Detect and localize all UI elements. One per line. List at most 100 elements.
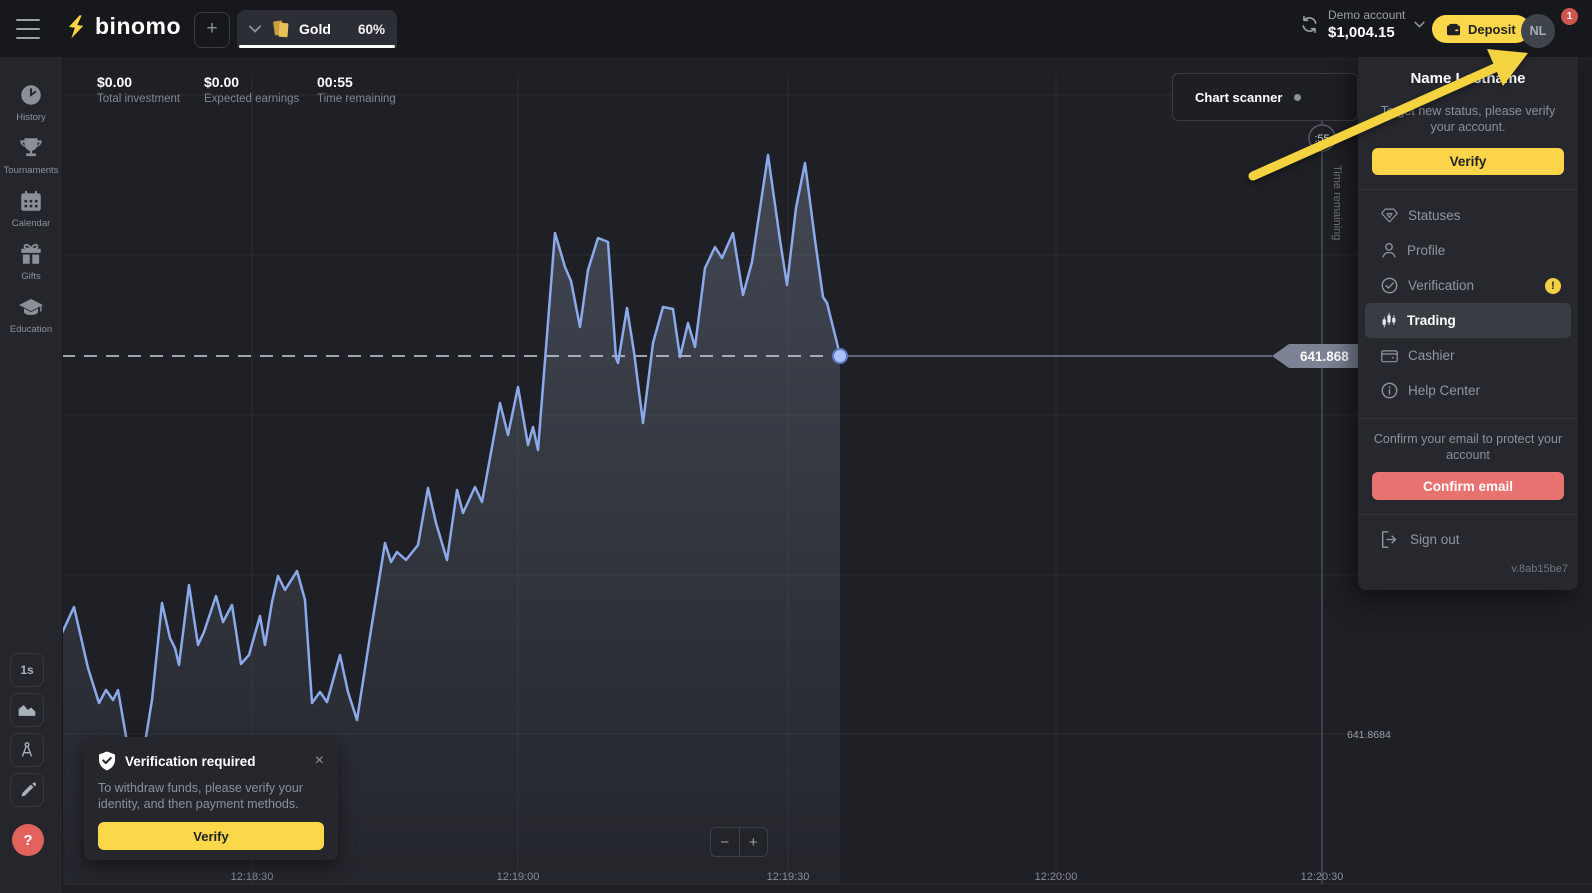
account-type-label: Demo account	[1328, 8, 1405, 22]
drawing-tools-button[interactable]	[10, 773, 44, 807]
timeframe-button[interactable]: 1s	[10, 653, 44, 687]
sign-out-icon	[1381, 531, 1398, 548]
menu-divider	[1358, 514, 1578, 515]
popup-body-text: To withdraw funds, please verify your id…	[98, 780, 310, 812]
account-balance: $1,004.15	[1328, 24, 1405, 41]
menu-item-statuses[interactable]: Statuses	[1365, 198, 1571, 233]
sidebar-item-gifts[interactable]: Gifts	[0, 241, 62, 282]
time-axis-label: 12:20:30	[1301, 871, 1344, 883]
menu-item-profile[interactable]: Profile	[1365, 233, 1571, 268]
price-axis-label: 641.8684	[1347, 729, 1391, 741]
chevron-down-icon	[249, 25, 261, 33]
close-icon[interactable]: ×	[315, 753, 324, 769]
price-line	[62, 155, 840, 759]
pencil-icon	[19, 782, 36, 799]
menu-item-verification[interactable]: Verification !	[1365, 268, 1571, 303]
gold-bars-icon	[271, 18, 291, 40]
total-investment-label: Total investment	[97, 93, 180, 105]
expected-earnings-label: Expected earnings	[204, 93, 299, 105]
menu-item-label: Statuses	[1408, 208, 1461, 223]
chart-scanner-label: Chart scanner	[1195, 90, 1282, 105]
graduation-cap-icon	[17, 294, 45, 320]
sidebar-item-label: Tournaments	[4, 165, 59, 176]
asset-payout: 60%	[358, 22, 385, 37]
calendar-icon	[18, 188, 44, 214]
help-button[interactable]: ?	[12, 824, 44, 856]
expected-earnings-stat: $0.00 Expected earnings	[204, 74, 299, 105]
total-investment-stat: $0.00 Total investment	[97, 74, 180, 105]
countdown-badge-circle	[1309, 125, 1335, 151]
indicators-button[interactable]	[10, 733, 44, 767]
chart-zoom-controls: − +	[710, 827, 768, 857]
info-icon	[1381, 382, 1398, 399]
sidebar-item-education[interactable]: Education	[0, 294, 62, 335]
area-chart-icon	[17, 702, 37, 718]
account-switcher[interactable]: Demo account $1,004.15	[1300, 8, 1425, 41]
menu-item-trading[interactable]: Trading	[1365, 303, 1571, 338]
sidebar-item-label: Calendar	[12, 218, 51, 229]
avatar[interactable]: NL	[1521, 14, 1555, 48]
time-axis-label: 12:18:30	[231, 871, 274, 883]
refresh-icon	[1300, 15, 1319, 34]
verification-alert-badge: !	[1545, 278, 1561, 294]
wallet-icon	[1381, 348, 1398, 363]
menu-verify-button[interactable]: Verify	[1372, 148, 1564, 175]
asset-name: Gold	[299, 21, 331, 37]
confirm-email-button[interactable]: Confirm email	[1372, 472, 1564, 500]
sidebar-item-calendar[interactable]: Calendar	[0, 188, 62, 229]
popup-verify-button[interactable]: Verify	[98, 822, 324, 850]
time-remaining-value: 00:55	[317, 74, 396, 90]
clock-icon	[18, 82, 44, 108]
chart-scanner-panel[interactable]: Chart scanner	[1172, 73, 1358, 121]
gift-icon	[18, 241, 44, 267]
sidebar-item-label: History	[16, 112, 46, 123]
menu-item-label: Cashier	[1408, 348, 1455, 363]
sidebar-item-history[interactable]: History	[0, 82, 62, 123]
asset-tab-gold[interactable]: Gold 60%	[237, 10, 397, 48]
menu-item-help-center[interactable]: Help Center	[1365, 373, 1571, 408]
diamond-icon	[1381, 208, 1398, 223]
compass-icon	[18, 741, 36, 759]
top-bar: binomo + Gold 60% Demo account $1,004.15…	[0, 0, 1592, 57]
hamburger-menu-icon[interactable]	[16, 19, 40, 39]
profile-dropdown-menu: Name Lastname To get new status, please …	[1358, 57, 1578, 590]
verification-required-popup: Verification required × To withdraw fund…	[84, 737, 338, 860]
time-axis-label: 12:19:30	[767, 871, 810, 883]
shield-check-icon	[98, 751, 116, 771]
menu-item-cashier[interactable]: Cashier	[1365, 338, 1571, 373]
menu-divider	[1358, 418, 1578, 419]
email-note: Confirm your email to protect your accou…	[1370, 431, 1566, 463]
menu-item-label: Verification	[1408, 278, 1474, 293]
brand-name: binomo	[95, 13, 181, 40]
time-remaining-label: Time remaining	[317, 93, 396, 105]
active-tab-underline	[239, 45, 395, 48]
chart-type-button[interactable]	[10, 693, 44, 727]
user-icon	[1381, 242, 1397, 259]
current-price-dot	[833, 349, 847, 363]
left-sidebar: History Tournaments Calendar Gifts Educa…	[0, 57, 63, 893]
zoom-in-button[interactable]: +	[740, 828, 768, 856]
popup-title: Verification required	[125, 754, 306, 769]
sidebar-item-label: Education	[10, 324, 52, 335]
deposit-label: Deposit	[1468, 22, 1516, 37]
sign-out-button[interactable]: Sign out	[1365, 521, 1571, 557]
chevron-down-icon	[1414, 21, 1425, 28]
chart-scanner-status-dot	[1294, 94, 1301, 101]
countdown-badge-value: :55	[1314, 133, 1329, 145]
candles-icon	[1381, 312, 1397, 329]
bolt-icon	[66, 14, 88, 40]
notification-badge: 1	[1561, 8, 1578, 25]
menu-divider	[1358, 189, 1578, 190]
deposit-button[interactable]: Deposit	[1432, 15, 1530, 43]
menu-item-label: Profile	[1407, 243, 1445, 258]
sidebar-item-label: Gifts	[21, 271, 41, 282]
time-remaining-axis-label: Time remaining	[1331, 165, 1343, 240]
expected-earnings-value: $0.00	[204, 74, 299, 90]
zoom-out-button[interactable]: −	[711, 828, 740, 856]
time-axis-label: 12:20:00	[1035, 871, 1078, 883]
time-axis-label: 12:19:00	[497, 871, 540, 883]
add-asset-button[interactable]: +	[194, 12, 230, 48]
menu-item-label: Help Center	[1408, 383, 1480, 398]
sidebar-item-tournaments[interactable]: Tournaments	[0, 135, 62, 176]
price-tag-value: 641.868	[1300, 349, 1349, 364]
